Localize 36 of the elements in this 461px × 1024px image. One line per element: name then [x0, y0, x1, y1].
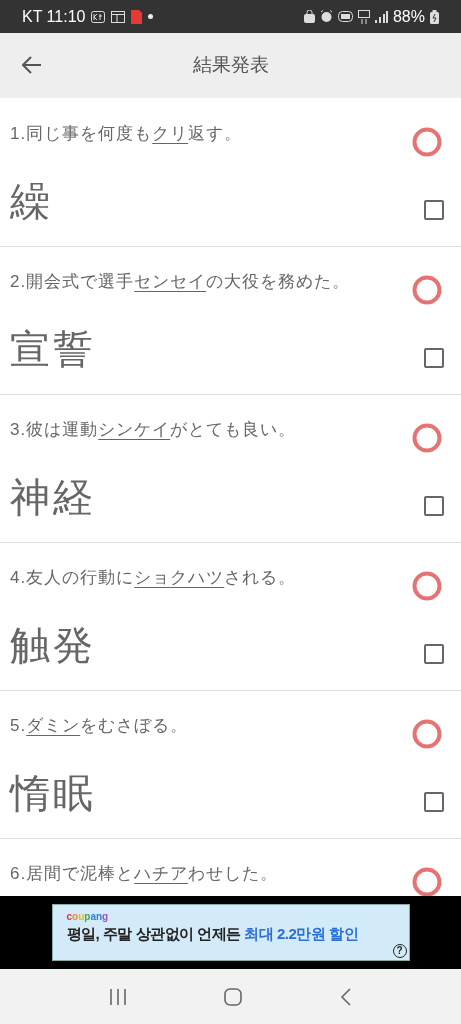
document-icon — [131, 9, 143, 24]
brand-logo: coupang — [66, 911, 110, 923]
question-sentence: 5.ダミン をむさぼる。 — [10, 715, 189, 737]
answer-text: 触発 — [10, 622, 96, 669]
battery-level: 88% — [392, 6, 425, 27]
screen-title: 結果発表 — [192, 53, 269, 78]
signal-icon — [374, 10, 388, 23]
question-sentence: 2.開会式で選手センセイの大役を務めた。 — [10, 271, 351, 293]
answer-text: 神経 — [10, 474, 96, 521]
question-sentence: 4.友人の行動に ショクハツ される。 — [10, 567, 297, 589]
back-arrow-icon — [22, 56, 42, 74]
status-time: KT 11:10 — [22, 6, 86, 27]
checkbox[interactable] — [424, 200, 444, 220]
battery-icon — [430, 9, 439, 24]
lock-icon — [303, 10, 315, 23]
checkbox[interactable] — [424, 348, 444, 368]
question-sentence: 6.居間で泥棒とハチアわせした。 — [10, 863, 279, 885]
dot-icon — [148, 14, 154, 19]
checkbox[interactable] — [424, 792, 444, 812]
window-icon — [111, 10, 126, 23]
checkbox[interactable] — [424, 644, 444, 664]
home-icon[interactable] — [224, 987, 243, 1006]
answer-text: 宣誓 — [10, 326, 96, 373]
question-sentence: 1.同じ事を何度も クリ 返す。 — [10, 123, 243, 145]
carrier-icon — [91, 10, 106, 23]
recent-apps-icon[interactable] — [108, 988, 127, 1005]
alarm-icon — [319, 10, 333, 23]
network-icon — [357, 9, 370, 24]
ad-banner[interactable]: coupang 평일, 주말 상관없이 언제든 최대 2.2만원 할인 ? — [51, 904, 410, 961]
answer-text: 惰眠 — [10, 770, 96, 817]
checkbox[interactable] — [424, 496, 444, 516]
hd-icon — [337, 11, 353, 22]
answer-text: 繰 — [10, 178, 53, 225]
ad-text: 평일, 주말 상관없이 언제든 최대 2.2만원 할인 — [66, 924, 360, 944]
back-icon[interactable] — [340, 987, 353, 1006]
question-sentence: 3.彼は運動 シンケイ がとても良い。 — [10, 419, 297, 441]
